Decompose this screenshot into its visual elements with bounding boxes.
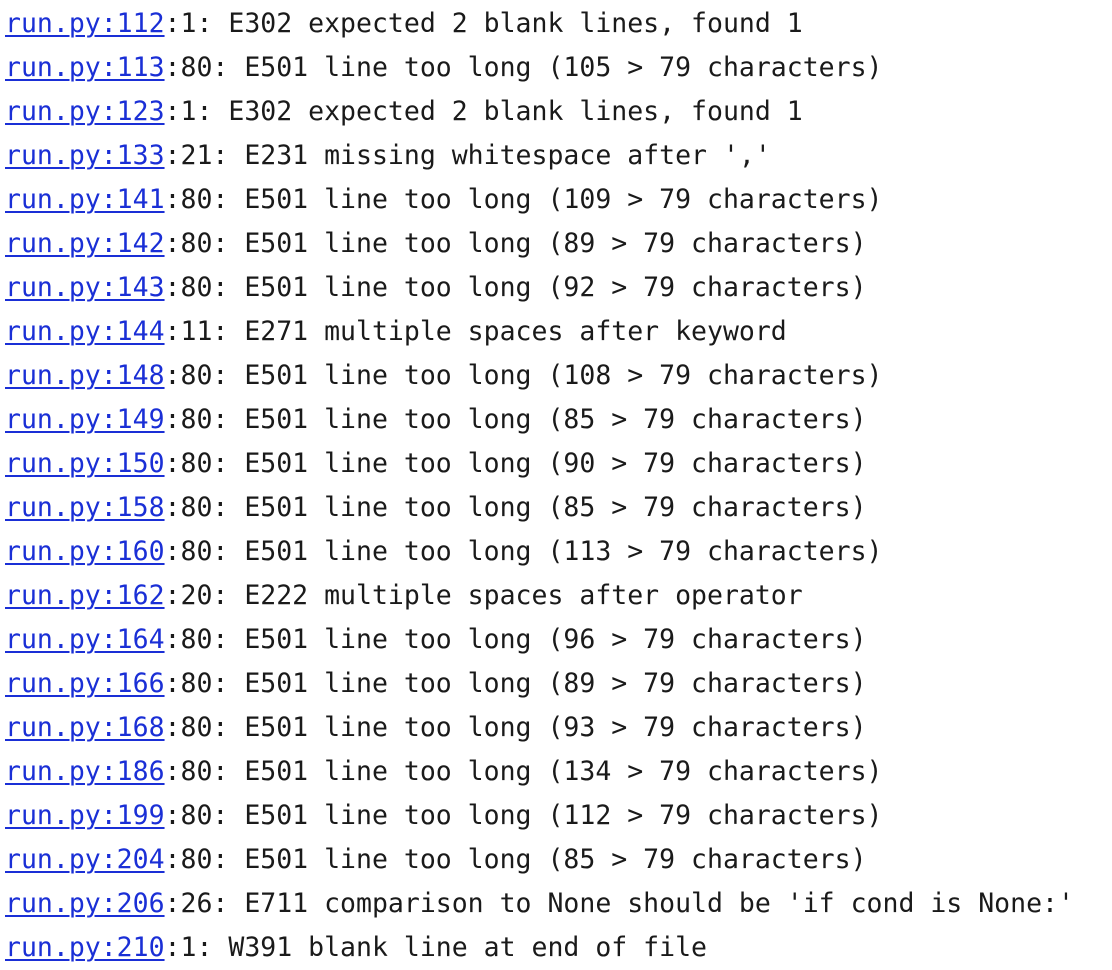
console-line: run.py:206:26: E711 comparison to None s… — [5, 882, 1112, 926]
file-location-link[interactable]: run.py:160 — [5, 536, 165, 567]
lint-message: :80: E501 line too long (105 > 79 charac… — [164, 52, 883, 83]
file-location-link[interactable]: run.py:199 — [5, 800, 165, 831]
console-line: run.py:166:80: E501 line too long (89 > … — [5, 662, 1112, 706]
console-line: run.py:141:80: E501 line too long (109 >… — [5, 178, 1112, 222]
lint-message: :80: E501 line too long (90 > 79 charact… — [164, 448, 867, 479]
file-location-link[interactable]: run.py:166 — [5, 668, 165, 699]
console-line: run.py:148:80: E501 line too long (108 >… — [5, 354, 1112, 398]
file-location-link[interactable]: run.py:204 — [5, 844, 165, 875]
lint-message: :21: E231 missing whitespace after ',' — [164, 140, 771, 171]
lint-message: :80: E501 line too long (109 > 79 charac… — [164, 184, 883, 215]
file-location-link[interactable]: run.py:186 — [5, 756, 165, 787]
lint-message: :11: E271 multiple spaces after keyword — [164, 316, 787, 347]
console-output: run.py:112:1: E302 expected 2 blank line… — [5, 2, 1112, 970]
file-location-link[interactable]: run.py:148 — [5, 360, 165, 391]
lint-message: :80: E501 line too long (89 > 79 charact… — [164, 668, 867, 699]
lint-message: :20: E222 multiple spaces after operator — [164, 580, 803, 611]
file-location-link[interactable]: run.py:164 — [5, 624, 165, 655]
lint-message: :80: E501 line too long (108 > 79 charac… — [164, 360, 883, 391]
console-line: run.py:168:80: E501 line too long (93 > … — [5, 706, 1112, 750]
console-line: run.py:149:80: E501 line too long (85 > … — [5, 398, 1112, 442]
file-location-link[interactable]: run.py:158 — [5, 492, 165, 523]
file-location-link[interactable]: run.py:123 — [5, 96, 165, 127]
lint-message: :80: E501 line too long (85 > 79 charact… — [164, 844, 867, 875]
file-location-link[interactable]: run.py:141 — [5, 184, 165, 215]
lint-message: :80: E501 line too long (93 > 79 charact… — [164, 712, 867, 743]
console-line: run.py:150:80: E501 line too long (90 > … — [5, 442, 1112, 486]
lint-message: :80: E501 line too long (92 > 79 charact… — [164, 272, 867, 303]
lint-message: :1: W391 blank line at end of file — [164, 932, 707, 963]
file-location-link[interactable]: run.py:133 — [5, 140, 165, 171]
file-location-link[interactable]: run.py:210 — [5, 932, 165, 963]
lint-message: :80: E501 line too long (96 > 79 charact… — [164, 624, 867, 655]
console-line: run.py:210:1: W391 blank line at end of … — [5, 926, 1112, 970]
console-line: run.py:186:80: E501 line too long (134 >… — [5, 750, 1112, 794]
console-line: run.py:144:11: E271 multiple spaces afte… — [5, 310, 1112, 354]
lint-message: :80: E501 line too long (89 > 79 charact… — [164, 228, 867, 259]
lint-message: :80: E501 line too long (113 > 79 charac… — [164, 536, 883, 567]
console-line: run.py:162:20: E222 multiple spaces afte… — [5, 574, 1112, 618]
console-line: run.py:113:80: E501 line too long (105 >… — [5, 46, 1112, 90]
lint-message: :80: E501 line too long (85 > 79 charact… — [164, 404, 867, 435]
lint-message: :80: E501 line too long (112 > 79 charac… — [164, 800, 883, 831]
console-line: run.py:199:80: E501 line too long (112 >… — [5, 794, 1112, 838]
lint-message: :1: E302 expected 2 blank lines, found 1 — [164, 96, 803, 127]
lint-message: :80: E501 line too long (85 > 79 charact… — [164, 492, 867, 523]
lint-message: :80: E501 line too long (134 > 79 charac… — [164, 756, 883, 787]
file-location-link[interactable]: run.py:143 — [5, 272, 165, 303]
console-line: run.py:158:80: E501 line too long (85 > … — [5, 486, 1112, 530]
file-location-link[interactable]: run.py:168 — [5, 712, 165, 743]
file-location-link[interactable]: run.py:150 — [5, 448, 165, 479]
file-location-link[interactable]: run.py:112 — [5, 8, 165, 39]
console-line: run.py:142:80: E501 line too long (89 > … — [5, 222, 1112, 266]
file-location-link[interactable]: run.py:113 — [5, 52, 165, 83]
file-location-link[interactable]: run.py:206 — [5, 888, 165, 919]
file-location-link[interactable]: run.py:162 — [5, 580, 165, 611]
file-location-link[interactable]: run.py:144 — [5, 316, 165, 347]
console-line: run.py:143:80: E501 line too long (92 > … — [5, 266, 1112, 310]
file-location-link[interactable]: run.py:142 — [5, 228, 165, 259]
console-line: run.py:164:80: E501 line too long (96 > … — [5, 618, 1112, 662]
console-line: run.py:160:80: E501 line too long (113 >… — [5, 530, 1112, 574]
console-line: run.py:133:21: E231 missing whitespace a… — [5, 134, 1112, 178]
console-line: run.py:123:1: E302 expected 2 blank line… — [5, 90, 1112, 134]
lint-message: :26: E711 comparison to None should be '… — [164, 888, 1074, 919]
lint-message: :1: E302 expected 2 blank lines, found 1 — [164, 8, 803, 39]
file-location-link[interactable]: run.py:149 — [5, 404, 165, 435]
console-line: run.py:112:1: E302 expected 2 blank line… — [5, 2, 1112, 46]
console-line: run.py:204:80: E501 line too long (85 > … — [5, 838, 1112, 882]
